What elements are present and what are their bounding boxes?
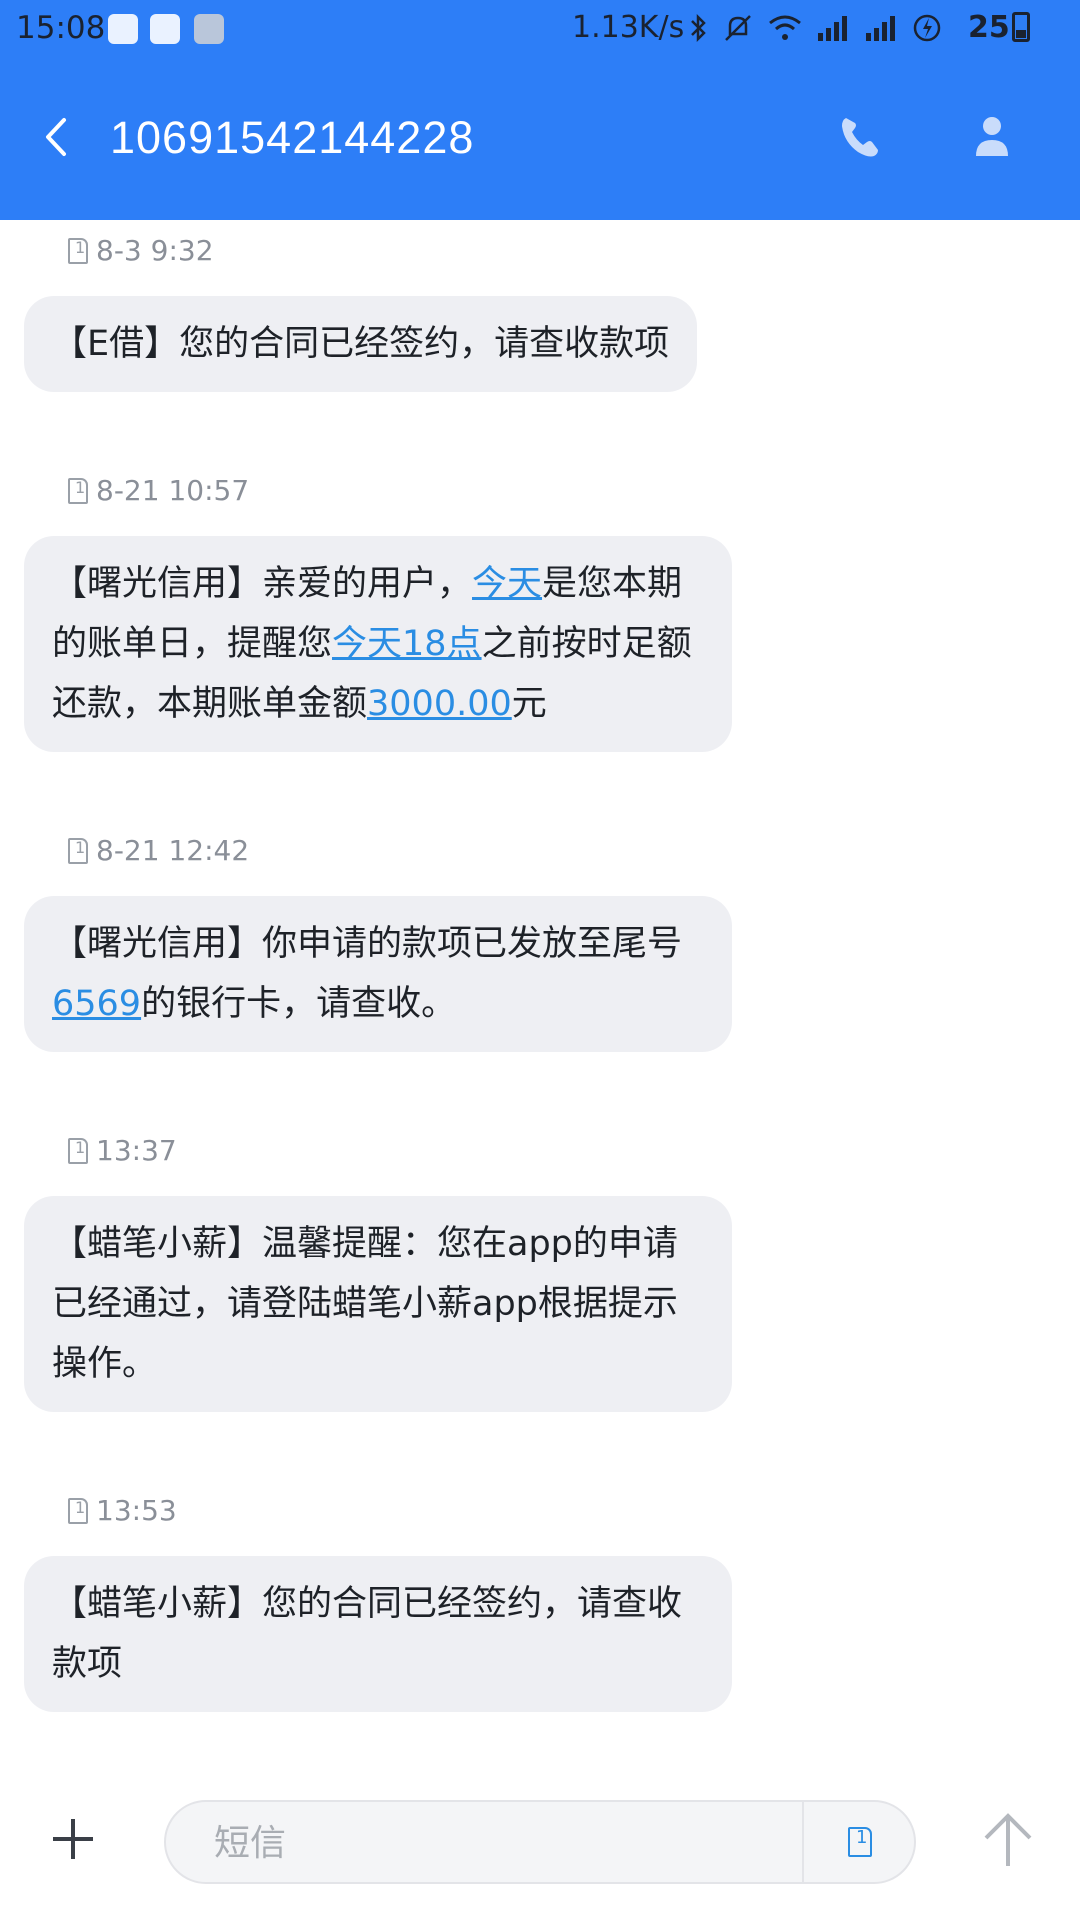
message-text: 的银行卡，请查收。: [141, 984, 457, 1024]
back-button[interactable]: [36, 112, 76, 162]
timestamp-text: 8-3 9:32: [96, 234, 214, 267]
keyboard-icon: [150, 14, 180, 44]
message-text: 元: [511, 684, 547, 724]
phone-icon: [842, 118, 878, 157]
mute-icon: [725, 15, 751, 41]
date-link[interactable]: 今天: [472, 564, 542, 604]
contact-button[interactable]: [968, 112, 1016, 162]
sim-card-icon: [68, 837, 88, 864]
app-icon: [194, 14, 224, 44]
signal-icon: [866, 16, 895, 41]
message-input-box: [164, 1800, 916, 1884]
message-bubble[interactable]: 【曙光信用】亲爱的用户，今天是您本期的账单日，提醒您今天18点之前按时足额还款，…: [24, 536, 732, 752]
charging-icon: [913, 14, 941, 42]
timestamp-text: 8-21 12:42: [96, 834, 250, 867]
battery-icon: [1012, 12, 1030, 42]
sim-card-icon: [68, 237, 88, 264]
amount-link[interactable]: 3000.00: [367, 684, 512, 724]
send-button[interactable]: [980, 1810, 1036, 1870]
call-button[interactable]: [836, 112, 884, 162]
message-text: 【曙光信用】你申请的款项已发放至尾号: [52, 924, 683, 964]
message-bubble[interactable]: 【E借】您的合同已经签约，请查收款项: [24, 296, 698, 392]
message-text: 【蜡笔小薪】温馨提醒：您在app的申请已经通过，请登陆蜡笔小薪app根据提示操作…: [52, 1224, 678, 1384]
time-link[interactable]: 今天18点: [332, 624, 482, 664]
timestamp-text: 8-21 10:57: [96, 474, 250, 507]
person-icon: [976, 117, 1008, 156]
timestamp-text: 13:37: [96, 1134, 177, 1167]
timestamp-text: 13:53: [96, 1494, 177, 1527]
message-timestamp: 8-21 12:42: [68, 834, 249, 867]
number-link[interactable]: 6569: [52, 984, 141, 1024]
attach-button[interactable]: [50, 1816, 96, 1862]
message-bubble[interactable]: 【蜡笔小薪】您的合同已经签约，请查收款项: [24, 1556, 732, 1712]
sim-card-icon: [68, 1137, 88, 1164]
wechat-icon: [108, 14, 138, 44]
message-composer: [0, 1780, 1080, 1920]
message-bubble[interactable]: 【曙光信用】你申请的款项已发放至尾号 6569的银行卡，请查收。: [24, 896, 732, 1052]
message-timestamp: 8-3 9:32: [68, 234, 214, 267]
plus-icon: [53, 1819, 93, 1859]
message-input[interactable]: [214, 1816, 814, 1870]
status-time: 15:08: [16, 10, 106, 46]
bluetooth-icon: [691, 13, 706, 43]
message-timestamp: 13:53: [68, 1494, 177, 1527]
message-text: 【E借】您的合同已经签约，请查收款项: [52, 324, 670, 364]
status-bar: 15:08 1.13K/s 25: [0, 0, 1080, 56]
message-text: 【曙光信用】亲爱的用户，: [52, 564, 473, 604]
message-thread[interactable]: 8-3 9:32 【E借】您的合同已经签约，请查收款项 8-21 10:57 【…: [0, 220, 1080, 1760]
message-text: 【蜡笔小薪】您的合同已经签约，请查收款项: [52, 1584, 683, 1684]
sim-card-icon: [68, 1497, 88, 1524]
signal-icon: [818, 16, 847, 41]
sim-card-icon: [848, 1827, 872, 1857]
network-speed: 1.13K/s: [572, 10, 685, 45]
conversation-title: 10691542144228: [110, 112, 475, 163]
wifi-icon: [769, 15, 801, 40]
status-icons: [688, 10, 942, 46]
arrow-up-icon: [984, 1813, 1032, 1866]
app-header: 15:08 1.13K/s 25 10691542144228: [0, 0, 1080, 220]
chevron-left-icon: [46, 118, 66, 156]
message-timestamp: 13:37: [68, 1134, 177, 1167]
sim-select-button[interactable]: [802, 1802, 916, 1882]
message-timestamp: 8-21 10:57: [68, 474, 249, 507]
sim-card-icon: [68, 477, 88, 504]
battery-level: 25: [968, 10, 1010, 45]
message-bubble[interactable]: 【蜡笔小薪】温馨提醒：您在app的申请已经通过，请登陆蜡笔小薪app根据提示操作…: [24, 1196, 732, 1412]
